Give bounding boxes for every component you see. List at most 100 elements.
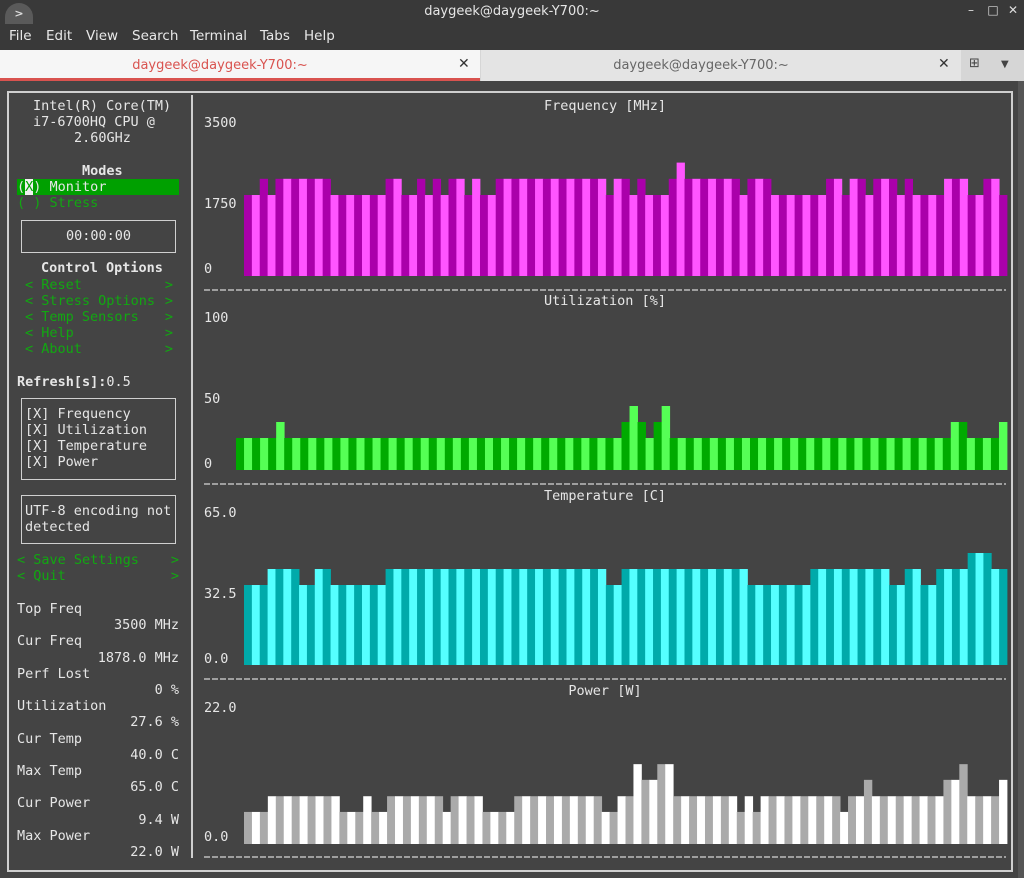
bar — [784, 796, 793, 844]
bar — [527, 178, 536, 276]
bar — [348, 438, 357, 470]
bar — [904, 178, 914, 276]
bar — [275, 178, 284, 276]
bar — [684, 178, 693, 276]
bar — [927, 796, 936, 844]
bar — [896, 585, 906, 665]
bar — [800, 796, 809, 844]
bar — [339, 811, 348, 844]
bar — [306, 585, 316, 665]
bar — [629, 406, 638, 470]
bar — [833, 569, 843, 665]
bar — [417, 178, 426, 276]
bar — [786, 195, 796, 276]
bar — [704, 796, 714, 844]
bar — [967, 553, 976, 665]
bar — [920, 195, 929, 276]
bar — [794, 585, 803, 665]
bar — [990, 438, 1000, 470]
bar — [387, 796, 396, 844]
bar — [511, 178, 520, 276]
bar — [589, 438, 598, 470]
bar — [558, 569, 567, 665]
bar — [356, 438, 365, 470]
bar — [653, 422, 663, 470]
bar — [460, 438, 470, 470]
bar — [660, 569, 670, 665]
bar — [798, 438, 807, 470]
bar — [404, 438, 414, 470]
bar — [346, 195, 355, 276]
bar — [669, 438, 679, 470]
y-tick-label: 22.0 — [204, 700, 237, 716]
bar — [747, 585, 756, 665]
bar — [741, 438, 751, 470]
bar — [991, 796, 1000, 844]
bar — [542, 178, 552, 276]
bar — [958, 422, 968, 470]
bar — [574, 569, 583, 665]
bar — [709, 438, 719, 470]
bar — [440, 195, 449, 276]
bar — [424, 569, 434, 665]
bar — [818, 195, 827, 276]
bar — [474, 796, 483, 844]
bar — [605, 195, 615, 276]
bar — [503, 178, 512, 276]
bar — [299, 585, 308, 665]
bar — [259, 178, 268, 276]
bar — [364, 438, 373, 470]
y-tick-label: 0.0 — [204, 651, 228, 667]
bar — [522, 796, 531, 844]
bar — [717, 438, 727, 470]
bar — [692, 569, 701, 665]
bar — [448, 178, 457, 276]
bar — [700, 569, 709, 665]
bar — [865, 195, 874, 276]
bar — [806, 438, 815, 470]
bar — [609, 811, 618, 844]
y-tick-label: 0.0 — [204, 829, 228, 845]
bar — [566, 178, 575, 276]
bar — [951, 779, 960, 844]
bar — [625, 796, 634, 844]
bar — [452, 438, 462, 470]
bar — [928, 585, 937, 665]
bar — [863, 779, 873, 844]
bar — [577, 796, 587, 844]
bar — [668, 178, 678, 276]
bar — [434, 796, 444, 844]
bar — [355, 811, 364, 844]
bar — [244, 811, 253, 844]
bar — [849, 178, 858, 276]
bar — [517, 438, 526, 470]
bar — [715, 178, 725, 276]
bar — [760, 796, 769, 844]
bar — [426, 796, 436, 844]
bar — [284, 438, 293, 470]
bar — [645, 438, 655, 470]
bar — [936, 195, 945, 276]
bar — [878, 438, 887, 470]
bar — [870, 438, 879, 470]
bar — [574, 178, 583, 276]
bar — [902, 438, 912, 470]
bar — [550, 569, 560, 665]
bar — [999, 195, 1008, 276]
bar — [410, 796, 420, 844]
bar — [464, 569, 473, 665]
bar — [879, 796, 889, 844]
bar — [776, 796, 785, 844]
bar — [613, 178, 622, 276]
bar — [617, 796, 626, 844]
bar — [514, 796, 523, 844]
bar — [561, 796, 571, 844]
bar — [998, 422, 1008, 470]
bar — [244, 585, 253, 665]
bar — [832, 796, 841, 844]
bar — [700, 178, 709, 276]
bar — [944, 178, 953, 276]
bar — [377, 585, 386, 665]
bar — [912, 195, 921, 276]
bar — [911, 796, 920, 844]
